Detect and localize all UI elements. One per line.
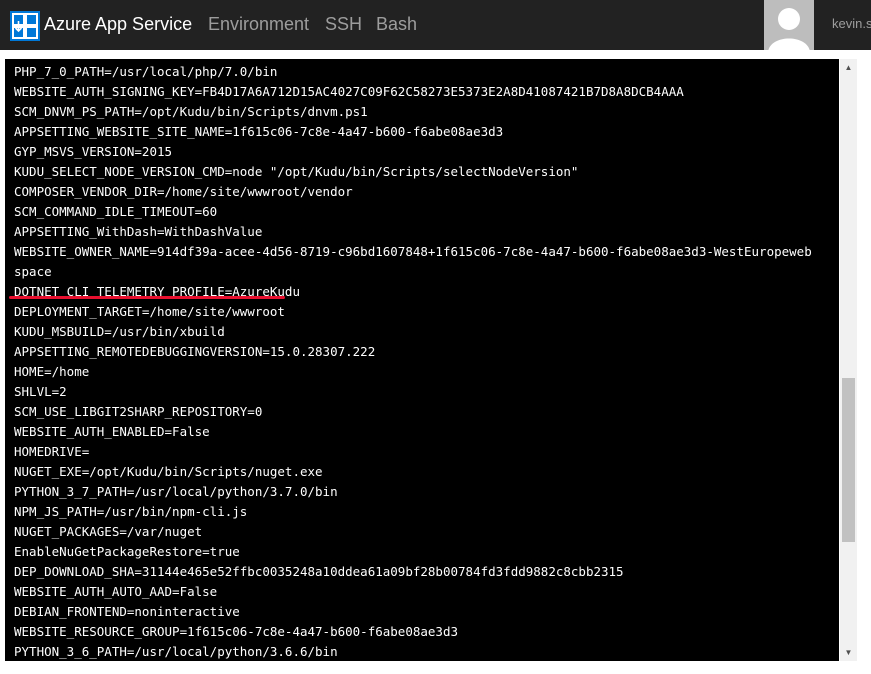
console-line: EnableNuGetPackageRestore=true (14, 544, 240, 559)
brand-title[interactable]: Azure App Service (44, 14, 192, 35)
console-line: WEBSITE_RESOURCE_GROUP=1f615c06-7c8e-4a4… (14, 624, 459, 639)
console-line: NUGET_PACKAGES=/var/nuget (14, 524, 203, 539)
scroll-up-arrow-icon[interactable]: ▲ (840, 59, 857, 76)
console-line: WEBSITE_AUTH_SIGNING_KEY=FB4D17A6A712D15… (14, 84, 684, 99)
username[interactable]: kevin.s (832, 16, 871, 31)
console-line: PYTHON_3_7_PATH=/usr/local/python/3.7.0/… (14, 484, 338, 499)
avatar[interactable] (764, 0, 814, 50)
nav-ssh[interactable]: SSH (325, 14, 362, 35)
top-navbar: Azure App Service Environment SSH Bash k… (0, 0, 871, 50)
console-line: GYP_MSVS_VERSION=2015 (14, 144, 173, 159)
console-line: NUGET_EXE=/opt/Kudu/bin/Scripts/nuget.ex… (14, 464, 323, 479)
console-line: PYTHON_3_6_PATH=/usr/local/python/3.6.6/… (14, 644, 338, 659)
console-line: PHP_7_0_PATH=/usr/local/php/7.0/bin (14, 64, 278, 79)
console-line: WEBSITE_OWNER_NAME=914df39a-acee-4d56-87… (14, 244, 812, 259)
console-scrollbar[interactable]: ▲ ▼ (840, 59, 857, 661)
console-line: SCM_DNVM_PS_PATH=/opt/Kudu/bin/Scripts/d… (14, 104, 368, 119)
nav-environment[interactable]: Environment (208, 14, 309, 35)
console-line: DEBIAN_FRONTEND=noninteractive (14, 604, 240, 619)
console-line: DEPLOYMENT_TARGET=/home/site/wwwroot (14, 304, 285, 319)
console-line: SCM_USE_LIBGIT2SHARP_REPOSITORY=0 (14, 404, 263, 419)
console-line: APPSETTING_WithDash=WithDashValue (14, 224, 263, 239)
console-output[interactable]: PHP_7_0_PATH=/usr/local/php/7.0/bin WEBSI… (5, 59, 839, 661)
user-silhouette-icon (768, 8, 810, 50)
console-line: WEBSITE_AUTH_ENABLED=False (14, 424, 210, 439)
console-line: SHLVL=2 (14, 384, 67, 399)
console-line: space (14, 264, 52, 279)
annotation-underline (9, 296, 285, 299)
console-line: APPSETTING_REMOTEDEBUGGINGVERSION=15.0.2… (14, 344, 376, 359)
console-line: APPSETTING_WEBSITE_SITE_NAME=1f615c06-7c… (14, 124, 504, 139)
console-line: KUDU_MSBUILD=/usr/bin/xbuild (14, 324, 225, 339)
console-line: HOMEDRIVE= (14, 444, 90, 459)
nav-bash[interactable]: Bash (376, 14, 417, 35)
scroll-down-arrow-icon[interactable]: ▼ (840, 644, 857, 661)
console-line: WEBSITE_AUTH_AUTO_AAD=False (14, 584, 218, 599)
console-line: KUDU_SELECT_NODE_VERSION_CMD=node "/opt/… (14, 164, 579, 179)
scrollbar-thumb[interactable] (842, 378, 855, 542)
console-line: HOME=/home (14, 364, 90, 379)
console-line: SCM_COMMAND_IDLE_TIMEOUT=60 (14, 204, 218, 219)
console-line: COMPOSER_VENDOR_DIR=/home/site/wwwroot/v… (14, 184, 353, 199)
console-line: DEP_DOWNLOAD_SHA=31144e465e52ffbc0035248… (14, 564, 624, 579)
console-line: DOTNET_CLI_TELEMETRY_PROFILE=AzureKudu (14, 284, 300, 299)
console-lines: PHP_7_0_PATH=/usr/local/php/7.0/bin WEBSI… (14, 62, 834, 661)
console-line: NPM_JS_PATH=/usr/bin/npm-cli.js (14, 504, 248, 519)
azure-app-service-logo-icon[interactable] (10, 11, 40, 41)
